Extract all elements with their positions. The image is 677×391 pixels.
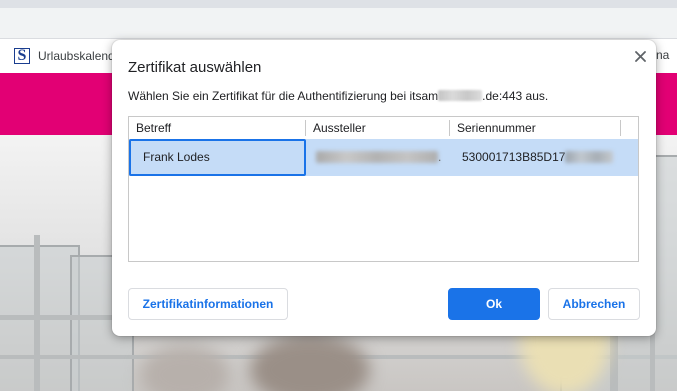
description-suffix: .de:443 aus. [482,89,549,103]
bookmark-urlaubskalender[interactable]: S Urlaubskalend [14,48,115,64]
description-prefix: Wählen Sie ein Zertifikat für die Authen… [128,89,439,103]
tab-strip [0,0,677,8]
cell-betreff[interactable]: Frank Lodes [129,139,306,176]
cell-seriennummer: 530001713B85D17 [450,139,621,176]
certificate-info-button[interactable]: Zertifikatinformationen [128,288,288,320]
ok-button[interactable]: Ok [448,288,540,320]
table-header: Betreff Aussteller Seriennummer [129,117,638,139]
browser-toolbar [0,8,677,39]
bookmark-label: Urlaubskalend [38,49,115,63]
redacted-hostname [438,90,483,101]
table-row[interactable]: Frank Lodes . 530001713B85D17 [129,139,638,176]
cancel-button[interactable]: Abbrechen [548,288,640,320]
redacted-serial [565,151,614,163]
certificate-dialog: Zertifikat auswählen Wählen Sie ein Zert… [112,40,656,336]
cell-aussteller: . [306,139,450,176]
issuer-suffix: . [438,150,442,164]
column-header-aussteller[interactable]: Aussteller [306,117,450,139]
column-header-betreff[interactable]: Betreff [129,117,306,139]
column-header-seriennummer[interactable]: Seriennummer [450,117,621,139]
close-button[interactable] [630,46,650,66]
bookmark-fragment[interactable]: na [656,48,669,62]
bookmark-favicon-icon: S [14,48,30,64]
certificate-table: Betreff Aussteller Seriennummer Frank Lo… [128,116,639,262]
close-icon [634,50,646,62]
redacted-issuer [316,151,438,163]
serial-prefix: 530001713B85D17 [462,150,566,164]
dialog-title: Zertifikat auswählen [128,59,262,76]
dialog-description: Wählen Sie ein Zertifikat für die Authen… [128,89,548,103]
